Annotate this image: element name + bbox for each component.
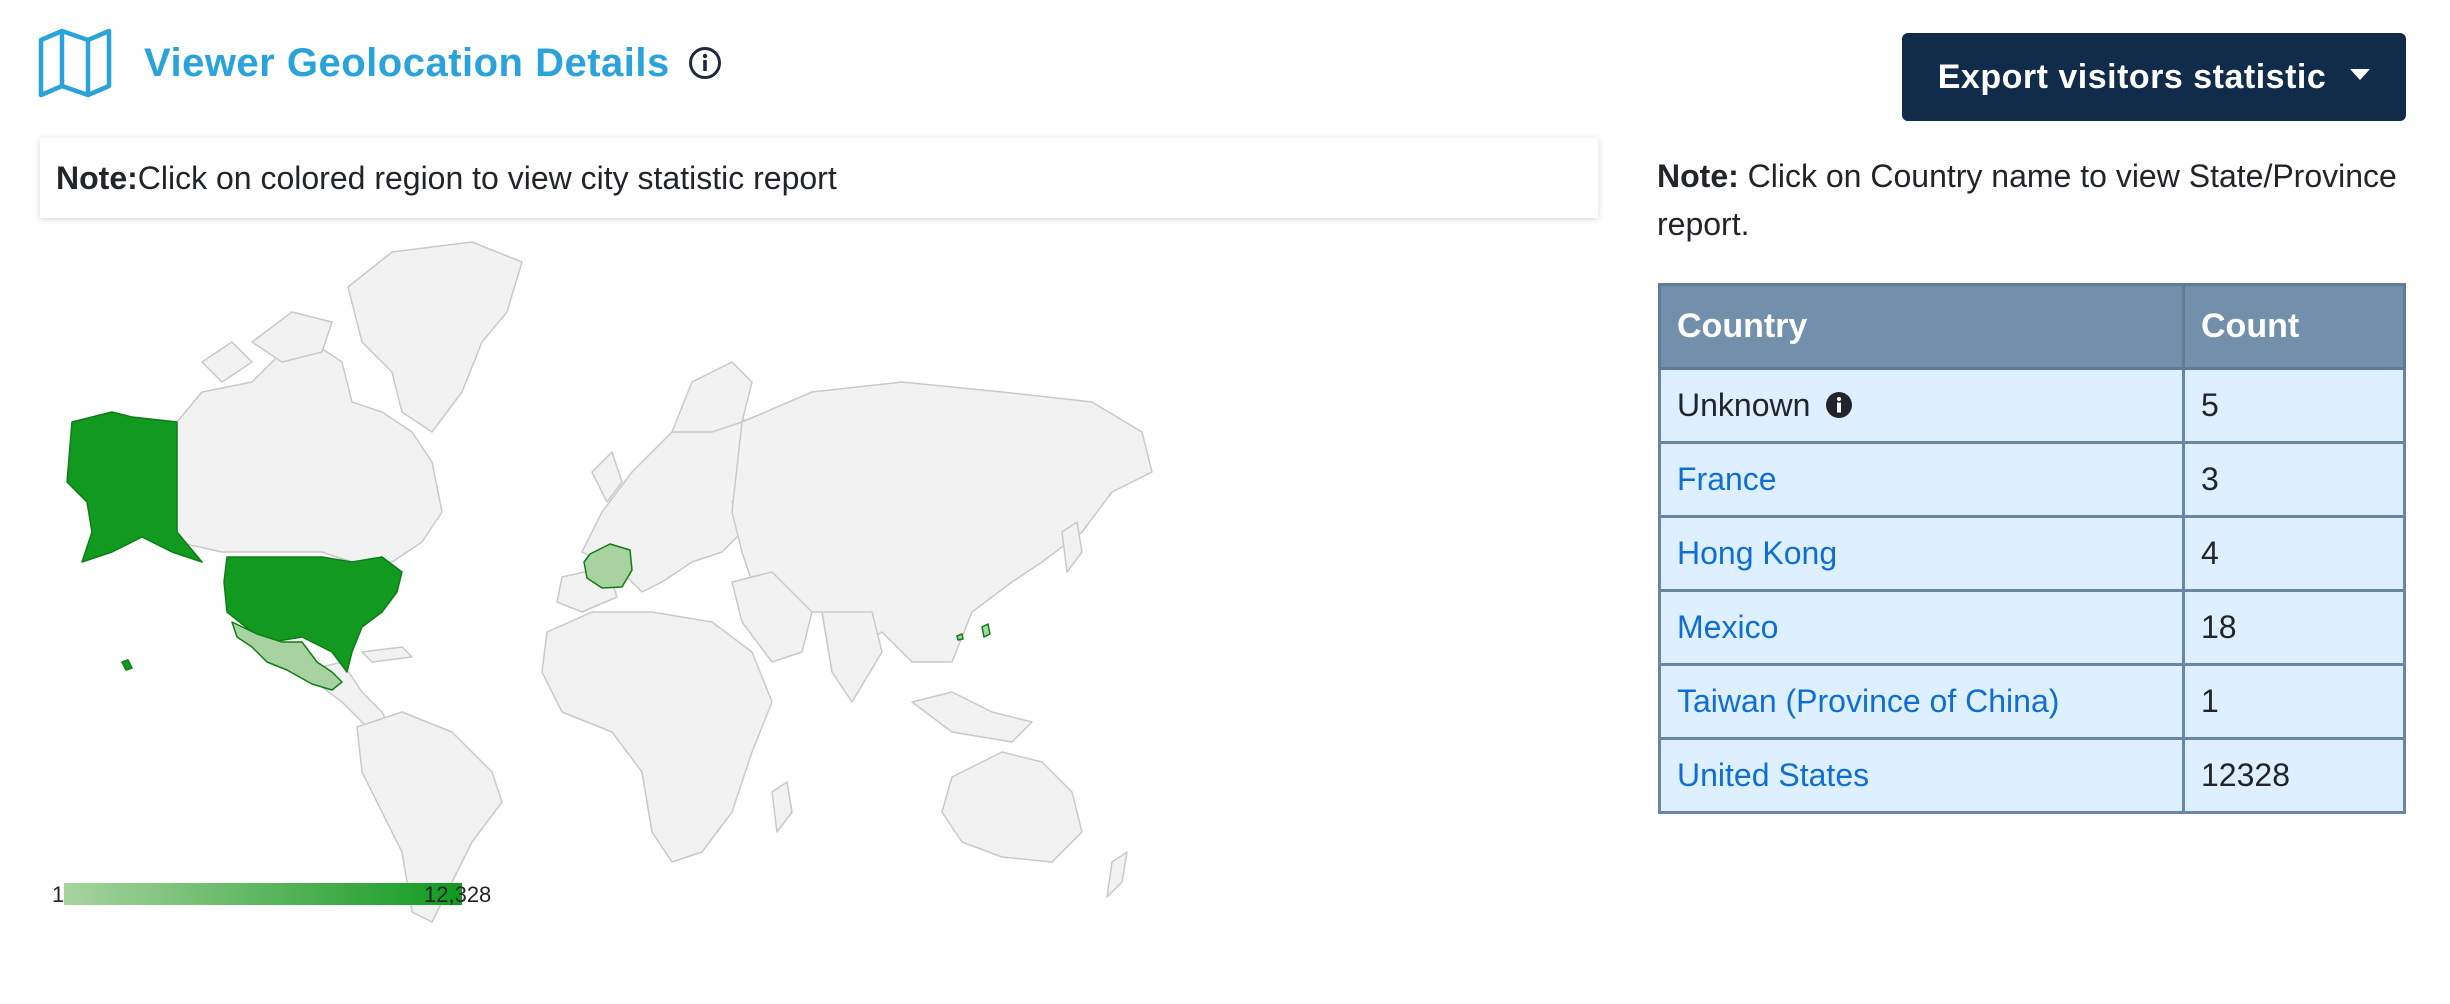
table-row: Unknown 5 [1658,367,2406,444]
info-circle-icon[interactable] [1825,391,1853,419]
map-region-madagascar [771,781,793,833]
count-cell: 3 [2182,441,2406,518]
count-cell: 1 [2182,663,2406,740]
table-row: United States 12328 [1658,737,2406,814]
world-map-svg [66,241,1153,923]
map-region-arctic-islands-2 [201,341,253,383]
map-region-greenland [347,241,523,433]
map-region-hong-kong[interactable] [956,633,964,641]
export-button-label: Export visitors statistic [1937,57,2327,96]
table-note: Note: Click on Country name to view Stat… [1657,152,2417,248]
country-link-hong-kong[interactable]: Hong Kong [1677,535,1837,571]
country-link-united-states[interactable]: United States [1677,757,1869,793]
column-header-country: Country [1658,283,2185,370]
country-cell: Taiwan (Province of China) [1658,663,2185,740]
map-region-se-asia [911,691,1033,743]
map-region-new-zealand [1106,851,1128,898]
map-region-japan [1061,521,1083,573]
count-cell: 4 [2182,515,2406,592]
page-title: Viewer Geolocation Details [144,40,670,85]
count-cell: 12328 [2182,737,2406,814]
table-row: Taiwan (Province of China) 1 [1658,663,2406,740]
table-note-text: Click on Country name to view State/Prov… [1657,158,2397,242]
page-header: Viewer Geolocation Details [38,28,722,98]
country-cell: France [1658,441,2185,518]
country-cell: Unknown [1658,367,2185,444]
export-visitors-dropdown-button[interactable]: Export visitors statistic [1902,33,2406,121]
table-row: Hong Kong 4 [1658,515,2406,592]
map-region-africa [541,611,773,863]
country-cell: United States [1658,737,2185,814]
count-cell: 18 [2182,589,2406,666]
map-legend: 1 12,328 [52,878,512,910]
legend-max-value: 12,328 [424,882,492,907]
map-region-taiwan[interactable] [981,623,991,638]
country-cell: Hong Kong [1658,515,2185,592]
country-cell: Mexico [1658,589,2185,666]
legend-color-scale [64,883,462,905]
map-region-india [821,611,883,703]
map-note: Note: Click on colored region to view ci… [40,138,1598,218]
count-cell: 5 [2182,367,2406,444]
table-note-prefix: Note: [1657,158,1739,194]
table-row: France 3 [1658,441,2406,518]
country-name: Unknown [1677,387,1811,423]
map-region-scandinavia [671,361,753,433]
map-region-hawaii[interactable] [121,659,133,671]
map-region-australia [941,751,1083,863]
column-header-count: Count [2182,283,2406,370]
map-region-caribbean [361,646,413,663]
legend-min-value: 1 [52,882,65,907]
caret-down-icon [2350,68,2371,80]
country-link-taiwan[interactable]: Taiwan (Province of China) [1677,683,2059,719]
table-row: Mexico 18 [1658,589,2406,666]
table-header-row: Country Count [1658,283,2406,370]
info-circle-icon[interactable] [688,46,722,80]
map-note-text: Click on colored region to view city sta… [137,159,837,196]
map-icon [38,28,112,98]
country-count-table: Country Count Unknown 5 France 3 Hong Ko… [1658,283,2406,814]
world-map [52,232,1162,932]
country-link-france[interactable]: France [1677,461,1777,497]
country-link-mexico[interactable]: Mexico [1677,609,1778,645]
map-note-prefix: Note: [56,159,138,196]
